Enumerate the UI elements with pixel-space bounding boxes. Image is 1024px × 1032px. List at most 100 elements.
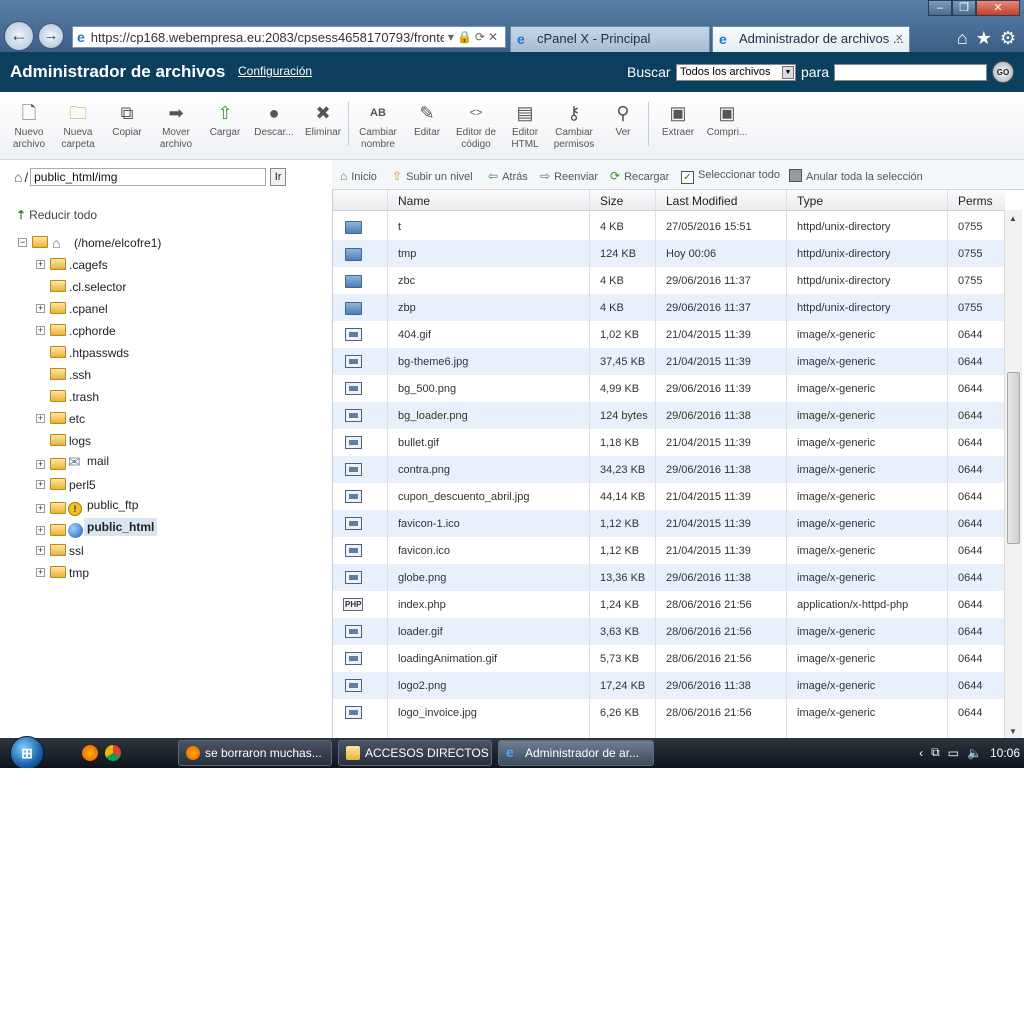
expand-toggle-icon[interactable]: +	[36, 460, 45, 469]
close-tab-icon[interactable]: ×	[895, 30, 903, 45]
scroll-up-icon[interactable]: ▲	[1009, 214, 1017, 223]
column-header-modified[interactable]: Last Modified	[666, 194, 737, 208]
compress-button[interactable]: ▣ Compri...	[702, 102, 752, 139]
copy-button[interactable]: ⧉ Copiar	[102, 102, 152, 139]
expand-toggle-icon[interactable]: +	[36, 526, 45, 535]
file-name-cell[interactable]: bullet.gif	[398, 437, 439, 449]
forward-button[interactable]: →	[38, 23, 64, 49]
gear-icon[interactable]: ⚙	[1000, 28, 1016, 49]
table-row[interactable]: PHP index.php 1,24 KB 28/06/2016 21:56 appli…	[333, 591, 1005, 618]
firefox-icon[interactable]	[82, 745, 98, 761]
table-row[interactable]: cupon_descuento_abril.jpg 44,14 KB 21/04/2…	[333, 483, 1005, 510]
column-header-perms[interactable]: Perms	[958, 194, 993, 208]
expand-toggle-icon[interactable]: +	[36, 260, 45, 269]
column-header-type[interactable]: Type	[797, 194, 823, 208]
new-folder-button[interactable]: 🗀 Nueva carpeta	[53, 102, 103, 151]
file-name-cell[interactable]: favicon-1.ico	[398, 518, 460, 530]
collapse-toggle-icon[interactable]: −	[18, 238, 27, 247]
table-row[interactable]: globe.png 13,36 KB 29/06/2016 11:38 image/x…	[333, 564, 1005, 591]
chrome-icon[interactable]	[105, 745, 121, 761]
taskbar-item-ie[interactable]: e Administrador de ar...	[498, 740, 654, 766]
settings-link[interactable]: Configuración	[238, 64, 312, 78]
expand-toggle-icon[interactable]: +	[36, 504, 45, 513]
monitor-icon[interactable]: ▭	[948, 746, 959, 760]
file-name-cell[interactable]: globe.png	[398, 572, 446, 584]
edit-button[interactable]: ✎ Editar	[402, 102, 452, 139]
table-row[interactable]: tmp 124 KB Hoy 00:06 httpd/unix-directory 07…	[333, 240, 1005, 267]
code-editor-button[interactable]: <> Editor de código	[451, 102, 501, 151]
file-name-cell[interactable]: 404.gif	[398, 329, 431, 341]
file-name-cell[interactable]: contra.png	[398, 464, 450, 476]
search-scope-select[interactable]: Todos los archivos ▼	[676, 64, 796, 81]
address-bar[interactable]: e https://cp168.webempresa.eu:2083/cpses…	[72, 26, 506, 48]
home-icon[interactable]: ⌂	[957, 28, 968, 49]
address-actions[interactable]: ▾🔒⟳✕	[448, 30, 505, 44]
table-row[interactable]: contra.png 34,23 KB 29/06/2016 11:38 image/…	[333, 456, 1005, 483]
download-button[interactable]: ● Descar...	[249, 102, 299, 139]
table-row[interactable]: loader.gif 3,63 KB 28/06/2016 21:56 image/x…	[333, 618, 1005, 645]
table-row[interactable]: favicon-1.ico 1,12 KB 21/04/2015 11:39 imag…	[333, 510, 1005, 537]
expand-toggle-icon[interactable]: +	[36, 414, 45, 423]
taskbar-item-firefox[interactable]: se borraron muchas...	[178, 740, 332, 766]
file-name-cell[interactable]: loadingAnimation.gif	[398, 653, 497, 665]
close-window-button[interactable]: ✕	[976, 0, 1020, 16]
table-row[interactable]: bg_loader.png 124 bytes 29/06/2016 11:38 im…	[333, 402, 1005, 429]
upload-button[interactable]: ⇧ Cargar	[200, 102, 250, 139]
table-row[interactable]: logo_invoice.jpg 6,26 KB 28/06/2016 21:56 i…	[333, 699, 1005, 726]
favorites-star-icon[interactable]: ★	[976, 28, 992, 49]
select-all-action[interactable]: ✓ Seleccionar todo	[681, 169, 780, 184]
expand-toggle-icon[interactable]: +	[36, 480, 45, 489]
vertical-scrollbar[interactable]: ▲ ▼	[1004, 210, 1022, 738]
rename-button[interactable]: AB Cambiar nombre	[353, 102, 403, 151]
move-file-button[interactable]: ➡ Mover archivo	[151, 102, 201, 151]
column-header-name[interactable]: Name	[398, 194, 430, 208]
file-name-cell[interactable]: bg-theme6.jpg	[398, 356, 468, 368]
file-name-cell[interactable]: logo_invoice.jpg	[398, 707, 477, 719]
taskbar-item-folder[interactable]: ACCESOS DIRECTOS	[338, 740, 492, 766]
expand-toggle-icon[interactable]: +	[36, 304, 45, 313]
forward-action[interactable]: ⇨ Reenviar	[540, 169, 598, 183]
table-row[interactable]: bg_500.png 4,99 KB 29/06/2016 11:39 image/x…	[333, 375, 1005, 402]
table-row[interactable]: 404.gif 1,02 KB 21/04/2015 11:39 image/x-ge…	[333, 321, 1005, 348]
delete-button[interactable]: ✖ Eliminar	[298, 102, 348, 139]
new-file-button[interactable]: 🗋 Nuevo archivo	[4, 102, 54, 151]
file-name-cell[interactable]: loader.gif	[398, 626, 443, 638]
file-name-cell[interactable]: logo2.png	[398, 680, 446, 692]
file-name-cell[interactable]: cupon_descuento_abril.jpg	[398, 491, 530, 503]
table-row[interactable]: zbp 4 KB 29/06/2016 11:37 httpd/unix-direct…	[333, 294, 1005, 321]
expand-toggle-icon[interactable]: +	[36, 568, 45, 577]
go-path-button[interactable]: Ir	[270, 168, 287, 186]
volume-icon[interactable]: 🔈	[967, 746, 982, 760]
file-name-cell[interactable]: bg_500.png	[398, 383, 456, 395]
file-name-cell[interactable]: zbp	[398, 302, 416, 314]
network-icon[interactable]: ⧉	[931, 745, 940, 760]
file-name-cell[interactable]: index.php	[398, 599, 446, 611]
tab-file-manager[interactable]: e Administrador de archivos ... ×	[712, 26, 910, 52]
file-name-cell[interactable]: bg_loader.png	[398, 410, 468, 422]
table-row[interactable]: loadingAnimation.gif 5,73 KB 28/06/2016 21…	[333, 645, 1005, 672]
path-input[interactable]	[30, 168, 267, 186]
back-button[interactable]: ←	[4, 21, 34, 51]
go-button[interactable]: GO	[992, 61, 1014, 83]
table-row[interactable]: favicon.ico 1,12 KB 21/04/2015 11:39 image/…	[333, 537, 1005, 564]
collapse-all-link[interactable]: ⇡ Reducir todo	[16, 208, 97, 222]
table-row[interactable]: bullet.gif 1,18 KB 21/04/2015 11:39 image/x…	[333, 429, 1005, 456]
unselect-all-action[interactable]: Anular toda la selección	[789, 169, 923, 183]
scrollbar-thumb[interactable]	[1007, 372, 1020, 544]
file-name-cell[interactable]: t	[398, 221, 401, 233]
table-row[interactable]: t 4 KB 27/05/2016 15:51 httpd/unix-director…	[333, 213, 1005, 240]
home-action[interactable]: ⌂ Inicio	[340, 169, 377, 183]
extract-button[interactable]: ▣ Extraer	[653, 102, 703, 139]
search-input[interactable]	[834, 64, 987, 81]
permissions-button[interactable]: ⚷ Cambiar permisos	[549, 102, 599, 151]
file-name-cell[interactable]: zbc	[398, 275, 415, 287]
table-row[interactable]: bg-theme6.jpg 37,45 KB 21/04/2015 11:39 ima…	[333, 348, 1005, 375]
clock[interactable]: 10:06	[990, 746, 1020, 760]
table-row[interactable]: zbc 4 KB 29/06/2016 11:37 httpd/unix-direct…	[333, 267, 1005, 294]
tab-cpanel-principal[interactable]: e cPanel X - Principal	[510, 26, 710, 52]
scroll-down-icon[interactable]: ▼	[1009, 727, 1017, 736]
file-name-cell[interactable]: tmp	[398, 248, 416, 260]
expand-toggle-icon[interactable]: +	[36, 546, 45, 555]
back-action[interactable]: ⇦ Atrás	[488, 169, 528, 183]
start-button[interactable]: ⊞	[10, 736, 44, 768]
